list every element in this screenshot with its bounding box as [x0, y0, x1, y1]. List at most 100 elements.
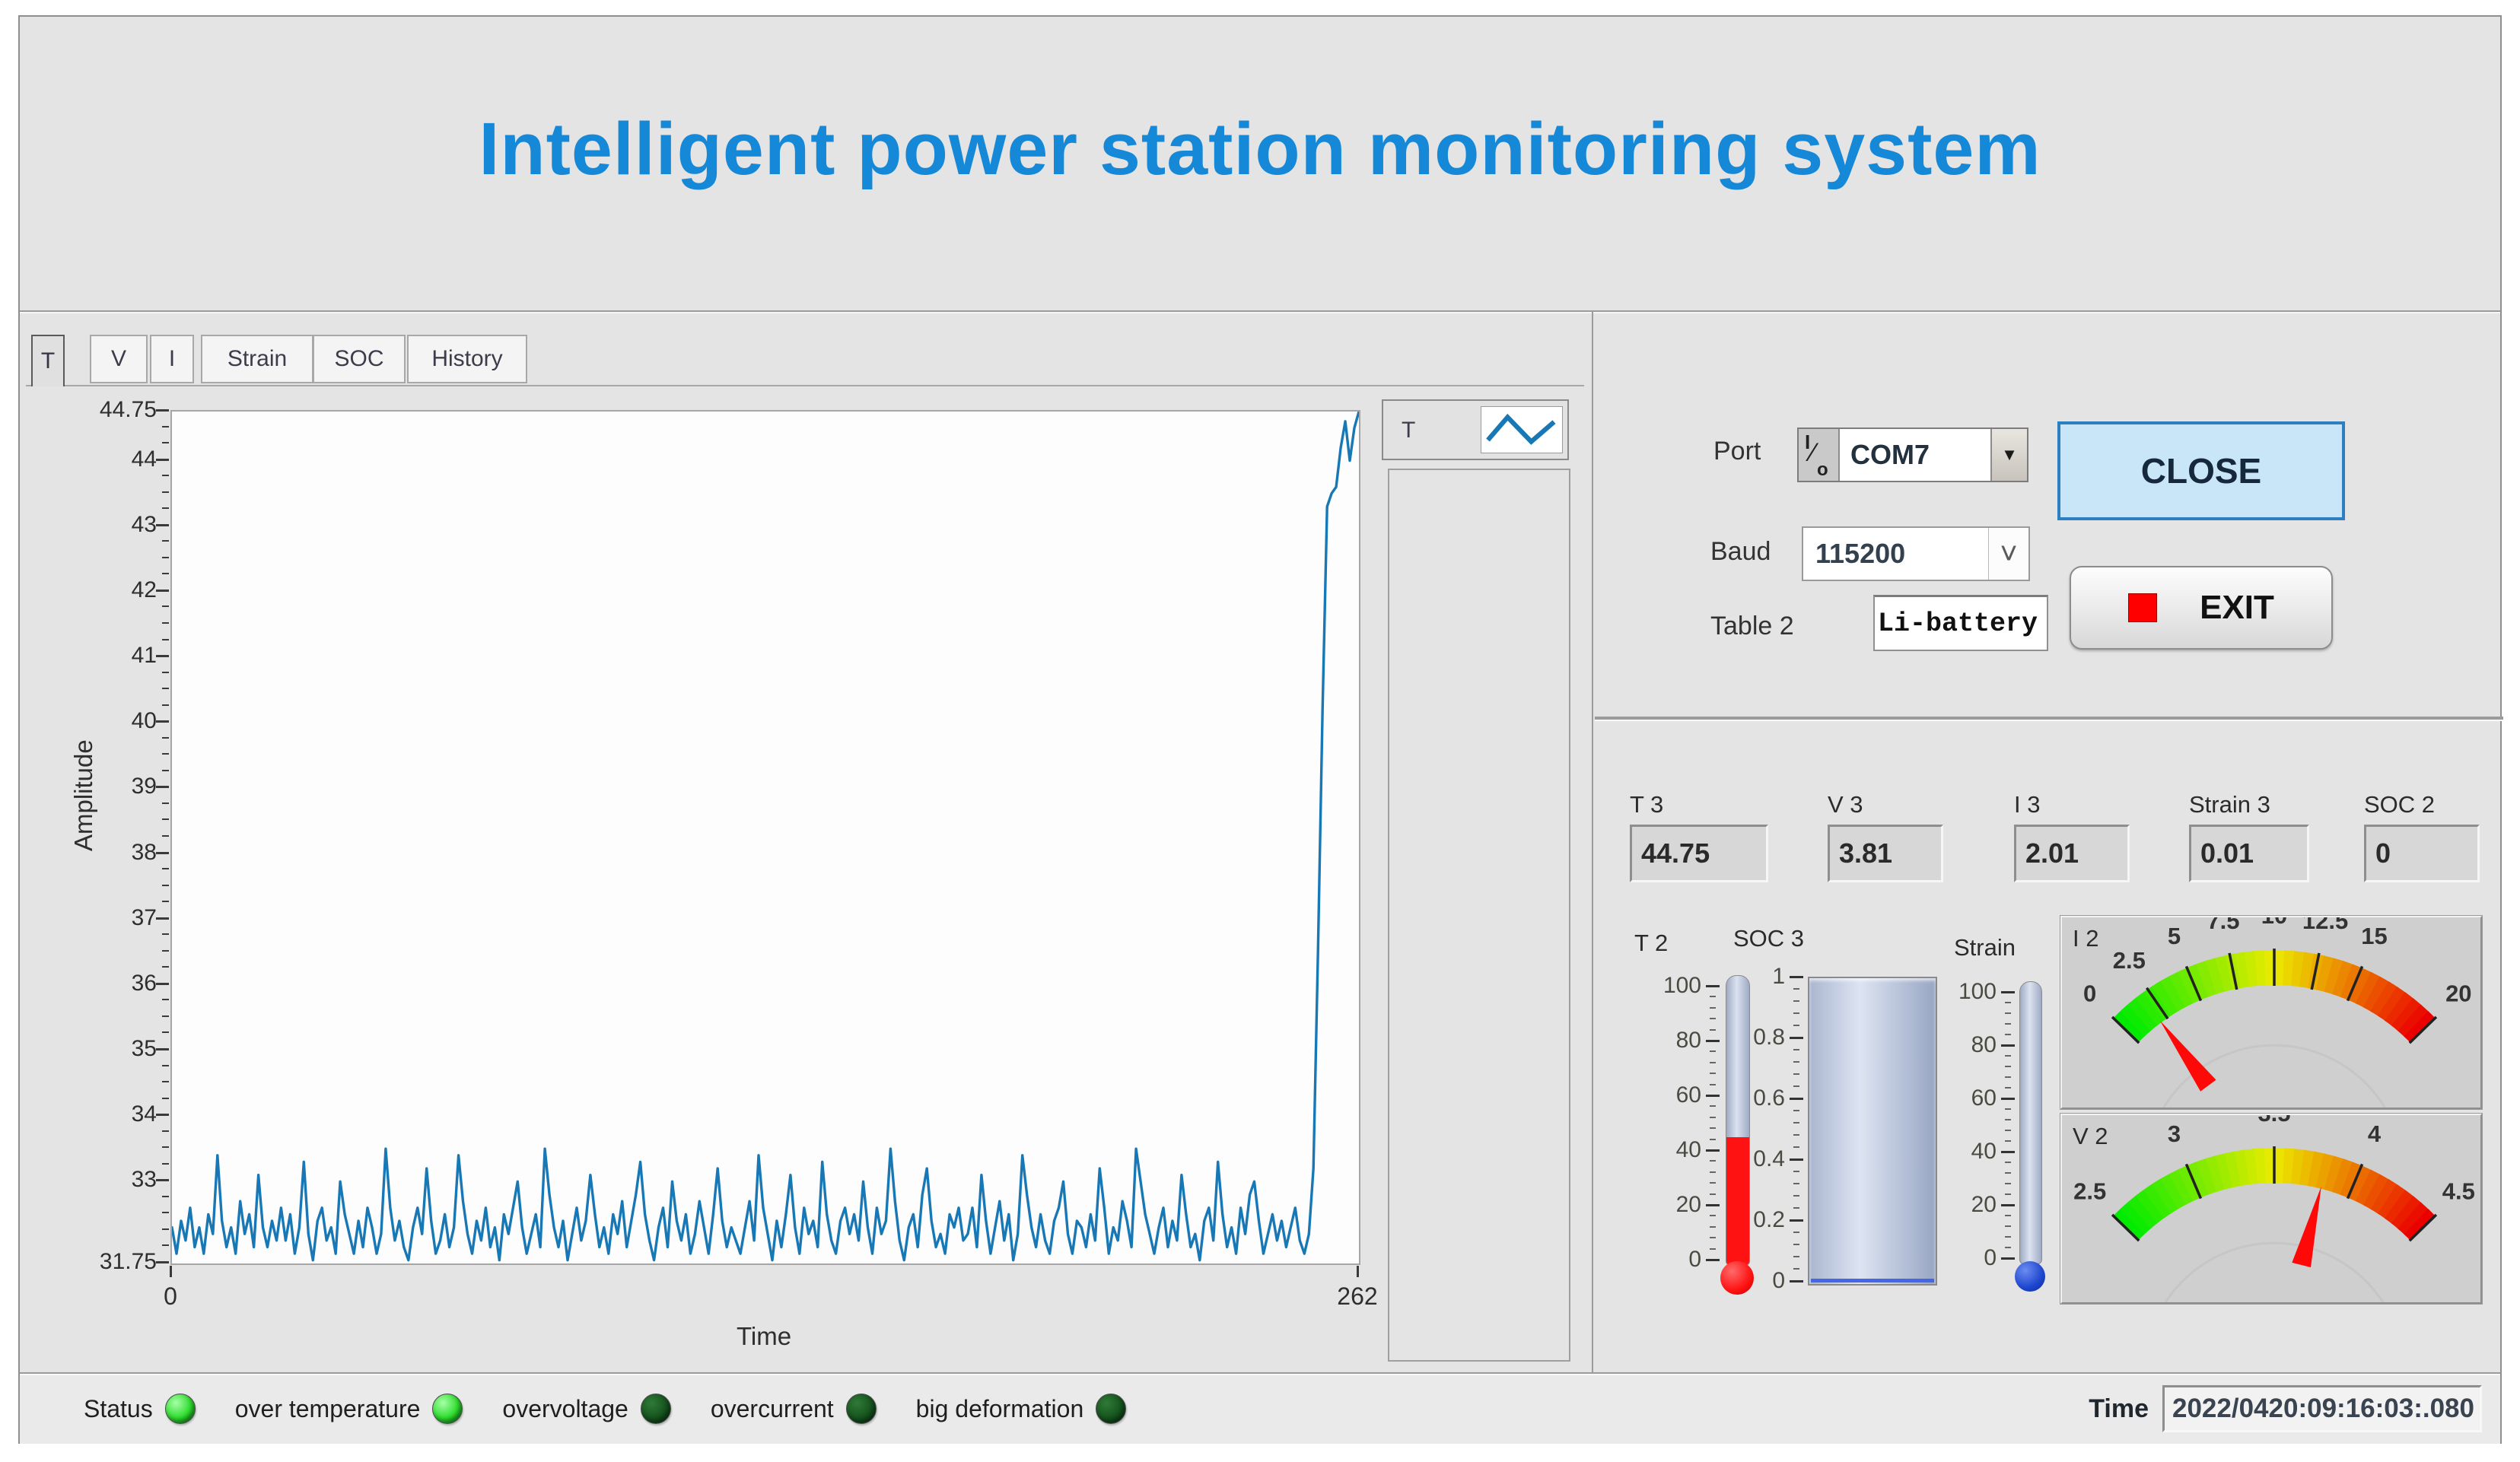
tab-history[interactable]: History [407, 335, 527, 383]
scale-minor-tick [1710, 1160, 1716, 1162]
close-button[interactable]: CLOSE [2057, 421, 2345, 520]
y-major-tick [156, 655, 169, 657]
scale-minor-tick [1710, 1117, 1716, 1118]
y-major-tick [156, 983, 169, 985]
scale-minor-tick [2005, 1034, 2011, 1035]
scale-minor-tick [1710, 1215, 1716, 1216]
thermometer-strain-bulb [2015, 1261, 2045, 1292]
y-minor-tick [162, 770, 169, 771]
y-minor-tick [162, 835, 169, 837]
y-major-tick [156, 1114, 169, 1116]
scale-minor-tick [1793, 1061, 1799, 1063]
scale-minor-tick [2005, 1130, 2011, 1131]
scale-major-tick [1706, 1095, 1720, 1097]
port-dropdown-arrow-icon[interactable]: ▼ [1990, 429, 2027, 481]
y-tick-label: 31.75 [41, 1249, 157, 1275]
status-item-big-deformation: big deformation [916, 1394, 1127, 1424]
baud-dropdown-arrow-icon[interactable]: ˅ [1988, 528, 2028, 580]
chart-legend[interactable]: T [1382, 399, 1569, 460]
scale-number: 0.2 [1723, 1207, 1785, 1233]
scale-number: 40 [1625, 1137, 1701, 1163]
gauge-v2: V 2 2.533.544.5 [2060, 1114, 2482, 1304]
table-label: Table 2 [1710, 612, 1794, 641]
y-major-tick [156, 1048, 169, 1050]
scale-minor-tick [1710, 1127, 1716, 1129]
panel-divider [1595, 717, 2503, 721]
scale-major-tick [1790, 1219, 1803, 1222]
scale-minor-tick [1710, 1139, 1716, 1140]
scale-number: 0.6 [1723, 1085, 1785, 1111]
chart-panel: TVIStrainSOCHistory Amplitude 44.7544434… [20, 312, 1593, 1372]
scale-minor-tick [2005, 1215, 2011, 1216]
scale-minor-tick [2005, 1225, 2011, 1227]
scale-minor-tick [1710, 1182, 1716, 1184]
status-item-label: over temperature [235, 1395, 421, 1423]
port-select[interactable]: I ⁄ o COM7 ▼ [1797, 427, 2028, 482]
y-minor-tick [162, 1065, 169, 1066]
y-minor-tick [162, 868, 169, 869]
y-tick-label: 36 [41, 971, 157, 996]
y-tick-label: 39 [41, 774, 157, 799]
stop-square-icon [2128, 593, 2157, 622]
scale-minor-tick [1793, 1025, 1799, 1026]
gauge-v2-dial: 2.533.544.5 [2062, 1115, 2482, 1304]
y-minor-tick [162, 737, 169, 739]
scale-minor-tick [1793, 1207, 1799, 1209]
scale-minor-tick [1710, 1105, 1716, 1107]
legend-line-style-icon[interactable] [1481, 406, 1563, 453]
x-tick-label: 0 [164, 1282, 177, 1311]
scale-major-tick [2001, 1257, 2015, 1260]
y-minor-tick [162, 639, 169, 640]
exit-button[interactable]: EXIT [2070, 566, 2333, 650]
y-minor-tick [162, 966, 169, 968]
baud-select[interactable]: 115200 ˅ [1802, 526, 2030, 581]
y-tick-label: 41 [41, 643, 157, 669]
baud-value[interactable]: 115200 [1803, 528, 1988, 580]
y-minor-tick [162, 885, 169, 886]
y-minor-tick [162, 1146, 169, 1148]
scale-minor-tick [1793, 1268, 1799, 1270]
x-tick [1357, 1266, 1359, 1277]
y-major-tick [156, 459, 169, 461]
numeric-value-i-3: 2.01 [2014, 825, 2130, 882]
scale-number: 20 [1946, 1192, 1997, 1218]
y-minor-tick [162, 573, 169, 574]
table-name-input[interactable]: Li-battery [1873, 595, 2048, 651]
status-bar: Statusover temperatureovervoltageovercur… [20, 1372, 2500, 1444]
y-tick-label: 42 [41, 577, 157, 603]
gauge-scale-number: 2.5 [2113, 947, 2146, 974]
scale-minor-tick [1710, 1084, 1716, 1085]
y-minor-tick [162, 901, 169, 902]
scale-number: 100 [1946, 979, 1997, 1005]
scale-major-tick [1790, 1098, 1803, 1100]
scale-minor-tick [1710, 1248, 1716, 1250]
port-value[interactable]: COM7 [1840, 429, 1990, 481]
scale-number: 0.8 [1723, 1025, 1785, 1050]
tab-strain[interactable]: Strain [201, 335, 313, 383]
led-on-icon [165, 1394, 196, 1424]
gauge-needle [2160, 1021, 2216, 1092]
tab-soc[interactable]: SOC [313, 335, 406, 383]
status-item-label: big deformation [916, 1395, 1084, 1423]
y-tick-label: 34 [41, 1101, 157, 1127]
scale-major-tick [2001, 1044, 2015, 1047]
application-window: Intelligent power station monitoring sys… [0, 0, 2520, 1462]
tab-i[interactable]: I [150, 335, 194, 383]
scale-minor-tick [1793, 1256, 1799, 1257]
tab-v[interactable]: V [90, 335, 148, 383]
status-item-overcurrent: overcurrent [711, 1394, 877, 1424]
x-tick-label: 262 [1337, 1282, 1377, 1311]
y-minor-tick [162, 426, 169, 427]
scale-minor-tick [2005, 1066, 2011, 1067]
y-minor-tick [162, 1130, 169, 1132]
scale-minor-tick [1710, 1171, 1716, 1173]
tab-t[interactable]: T [31, 335, 65, 386]
scale-minor-tick [1710, 1050, 1716, 1052]
gauge-scale-number: 4.5 [2442, 1178, 2475, 1205]
scale-major-tick [1706, 985, 1720, 987]
port-label: Port [1713, 437, 1761, 466]
led-off-icon [641, 1394, 671, 1424]
y-major-tick [156, 852, 169, 854]
gauge-scale-number: 7.5 [2207, 917, 2239, 934]
io-icon-top: I [1805, 431, 1810, 454]
